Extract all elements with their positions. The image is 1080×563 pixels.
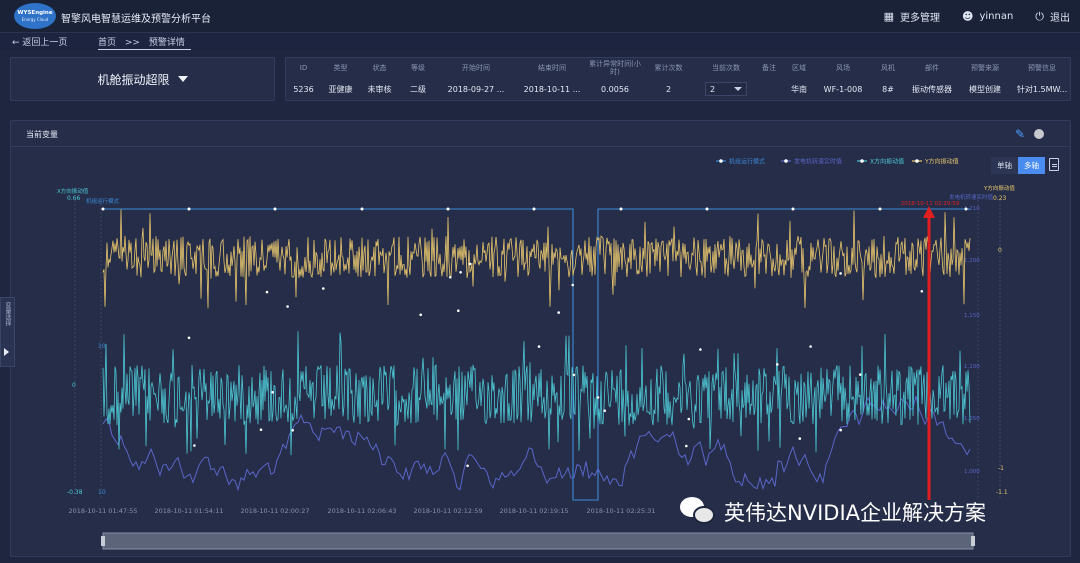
data-point: [291, 429, 295, 432]
x-tick-label: 2018-10-11 02:06:43: [327, 507, 396, 515]
data-point: [920, 290, 924, 293]
data-point: [187, 207, 191, 211]
legend-marker: [784, 159, 788, 163]
axis-title-mode: 机组运行模式: [86, 197, 120, 205]
data-point: [466, 464, 469, 468]
x-tick-label: 2018-10-11 02:25:31: [586, 507, 655, 515]
legend-marker: [860, 159, 864, 163]
y-tick-label: 1,150: [964, 313, 980, 319]
legend-label: X方向振动值: [870, 158, 904, 166]
x-tick-label: 2018-10-11 01:47:55: [68, 507, 137, 515]
data-point: [449, 276, 452, 279]
alarm-marker-arrow: [923, 206, 935, 218]
data-point: [687, 417, 691, 421]
data-point: [603, 409, 606, 413]
data-point: [809, 345, 812, 348]
y-tick-label: -1.1: [996, 489, 1008, 496]
x-tick-label: 2018-10-11 02:19:15: [499, 507, 568, 515]
series-y-vibration: [102, 209, 971, 309]
axis-title-y: Y方向振动值: [983, 184, 1015, 192]
legend-marker: [719, 159, 723, 163]
data-point: [596, 396, 600, 399]
data-point: [101, 207, 105, 211]
data-point: [964, 207, 968, 211]
data-point: [187, 336, 191, 340]
x-tick-label: 2018-10-11 01:54:11: [154, 507, 223, 515]
axis-title-x: X方向振动值: [57, 187, 89, 195]
legend-label: 发电机转速实时值: [794, 158, 842, 166]
data-point: [839, 428, 842, 432]
x-tick-label: 2018-10-11 02:00:27: [240, 507, 309, 515]
watermark-text: 英伟达NVIDIA企业解决方案: [724, 501, 986, 525]
data-point: [446, 207, 450, 211]
data-point: [532, 207, 536, 211]
data-point: [286, 305, 289, 308]
data-point: [193, 444, 196, 447]
legend-marker: [915, 159, 919, 163]
data-point: [557, 311, 560, 314]
y-tick-label: 10: [98, 489, 106, 496]
legend-label: 机组运行模式: [729, 158, 765, 166]
data-point: [322, 287, 325, 290]
y-tick-label: -1: [998, 465, 1004, 472]
data-point: [619, 207, 623, 211]
data-point: [259, 428, 263, 432]
chart-canvas[interactable]: 机组运行模式 发电机转速实时值 X方向振动值 Y方向振动值X方向振动值机组运行模式0.…: [0, 0, 1080, 563]
data-point: [271, 391, 274, 394]
data-point: [776, 363, 779, 366]
y-tick-label: 1,200: [964, 258, 980, 264]
data-point: [265, 290, 269, 294]
watermark: 英伟达NVIDIA企业解决方案: [680, 497, 986, 527]
y-tick-label: -0.38: [67, 489, 83, 496]
data-point: [419, 313, 423, 317]
data-point: [859, 373, 862, 376]
legend-label: Y方向振动值: [924, 158, 959, 166]
slider-handle-left: [101, 536, 105, 546]
y-tick-label: 1,100: [964, 364, 980, 370]
y-tick-label: 0: [998, 247, 1002, 254]
wechat-icon: [680, 497, 716, 527]
data-point: [360, 207, 364, 211]
slider-handle-right: [971, 536, 975, 546]
y-tick-label: 0.23: [993, 195, 1007, 202]
y-tick-label: 0.66: [67, 195, 81, 202]
data-point: [572, 373, 576, 377]
y-tick-label: 0: [72, 382, 76, 389]
data-point: [798, 437, 802, 440]
series-x-vibration: [102, 331, 971, 456]
series-generator-speed: [102, 395, 971, 492]
data-point: [273, 207, 277, 211]
y-tick-label: 10: [98, 343, 106, 350]
data-point: [791, 207, 795, 211]
data-point: [468, 262, 472, 266]
data-point: [459, 271, 462, 274]
data-point: [705, 207, 709, 211]
data-point: [537, 345, 541, 348]
data-point: [685, 444, 688, 448]
axis-title-speed: 发电机转速实时值: [949, 193, 994, 201]
data-point: [699, 348, 702, 351]
data-point: [457, 309, 460, 313]
time-range-slider: [102, 532, 974, 550]
data-point: [571, 283, 574, 287]
y-tick-label: 1,050: [964, 416, 980, 422]
y-tick-label: 1,000: [964, 469, 980, 475]
alarm-marker-label: 2018-10-11 02:29:59: [901, 201, 960, 207]
data-point: [878, 207, 882, 211]
x-tick-label: 2018-10-11 02:12:59: [413, 507, 482, 515]
data-point: [839, 272, 842, 275]
